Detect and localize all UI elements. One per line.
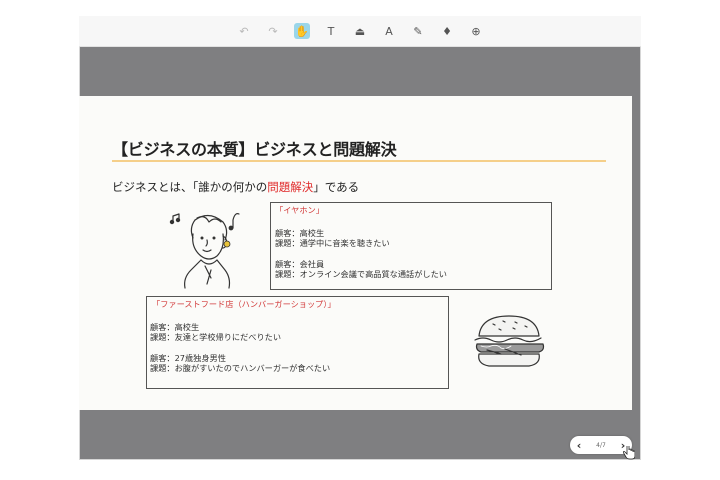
customer-line: 顧客：高校生	[275, 227, 325, 238]
earphone-example-box: 「イヤホン」 顧客：高校生 課題：通学中に音楽を聴きたい 顧客：会社員 課題：オ…	[270, 202, 552, 290]
zoom-icon[interactable]: ⊕	[468, 23, 484, 39]
previous-page-button[interactable]: ‹	[574, 439, 584, 452]
box-heading: 「ファーストフード店（ハンバーガーショップ）」	[152, 299, 336, 309]
stamp-tool-icon[interactable]: ⏏	[352, 23, 368, 39]
person-with-earphones-illustration	[169, 213, 240, 289]
customer-line: 顧客：高校生	[150, 321, 200, 332]
text-tool-icon[interactable]: T	[323, 23, 339, 39]
issue-line: 課題：通学中に音楽を聴きたい	[275, 238, 390, 248]
lead-sentence: ビジネスとは、「誰かの何かの問題解決」である	[112, 179, 359, 195]
microphone-icon[interactable]: ♦	[439, 23, 455, 39]
customer-line: 顧客：会社員	[275, 258, 325, 269]
draw-tool-icon[interactable]: ✎	[410, 23, 426, 39]
annotation-toolbar: ↶ ↷ ✋ T ⏏ A ✎ ♦ ⊕	[79, 16, 641, 47]
redo-icon[interactable]: ↷	[265, 23, 281, 39]
customer-group: 顧客：27歳独身男性 課題：お腹がすいたのでハンバーガーが食べたい	[150, 353, 448, 374]
undo-icon[interactable]: ↶	[236, 23, 252, 39]
lead-text-after: 」である	[313, 180, 360, 194]
highlight-text-icon[interactable]: A	[381, 23, 397, 39]
customer-line: 顧客：27歳独身男性	[150, 352, 226, 363]
hamburger-illustration	[474, 315, 545, 367]
issue-line: 課題：友達と学校帰りにだべりたい	[150, 332, 282, 342]
slide-title: 【ビジネスの本質】ビジネスと問題解決	[112, 140, 397, 159]
title-underline	[112, 160, 606, 162]
fast-food-example-box: 「ファーストフード店（ハンバーガーショップ）」 顧客：高校生 課題：友達と学校帰…	[146, 296, 449, 389]
customer-group: 顧客：高校生 課題：友達と学校帰りにだべりたい	[150, 322, 448, 343]
page-counter: 4/7	[596, 441, 606, 449]
hand-tool-icon[interactable]: ✋	[294, 23, 310, 39]
box-heading: 「イヤホン」	[275, 205, 324, 215]
slide-page: 【ビジネスの本質】ビジネスと問題解決 ビジネスとは、「誰かの何かの問題解決」であ…	[79, 96, 632, 410]
issue-line: 課題：オンライン会議で高品質な通話がしたい	[275, 269, 447, 279]
lead-text-before: ビジネスとは、「誰かの何かの	[112, 180, 268, 194]
issue-line: 課題：お腹がすいたのでハンバーガーが食べたい	[150, 363, 331, 373]
customer-group: 顧客：高校生 課題：通学中に音楽を聴きたい	[275, 228, 551, 249]
hand-cursor-icon	[623, 446, 635, 460]
lead-highlight: 問題解決	[267, 180, 314, 194]
customer-group: 顧客：会社員 課題：オンライン会議で高品質な通話がしたい	[275, 259, 551, 280]
